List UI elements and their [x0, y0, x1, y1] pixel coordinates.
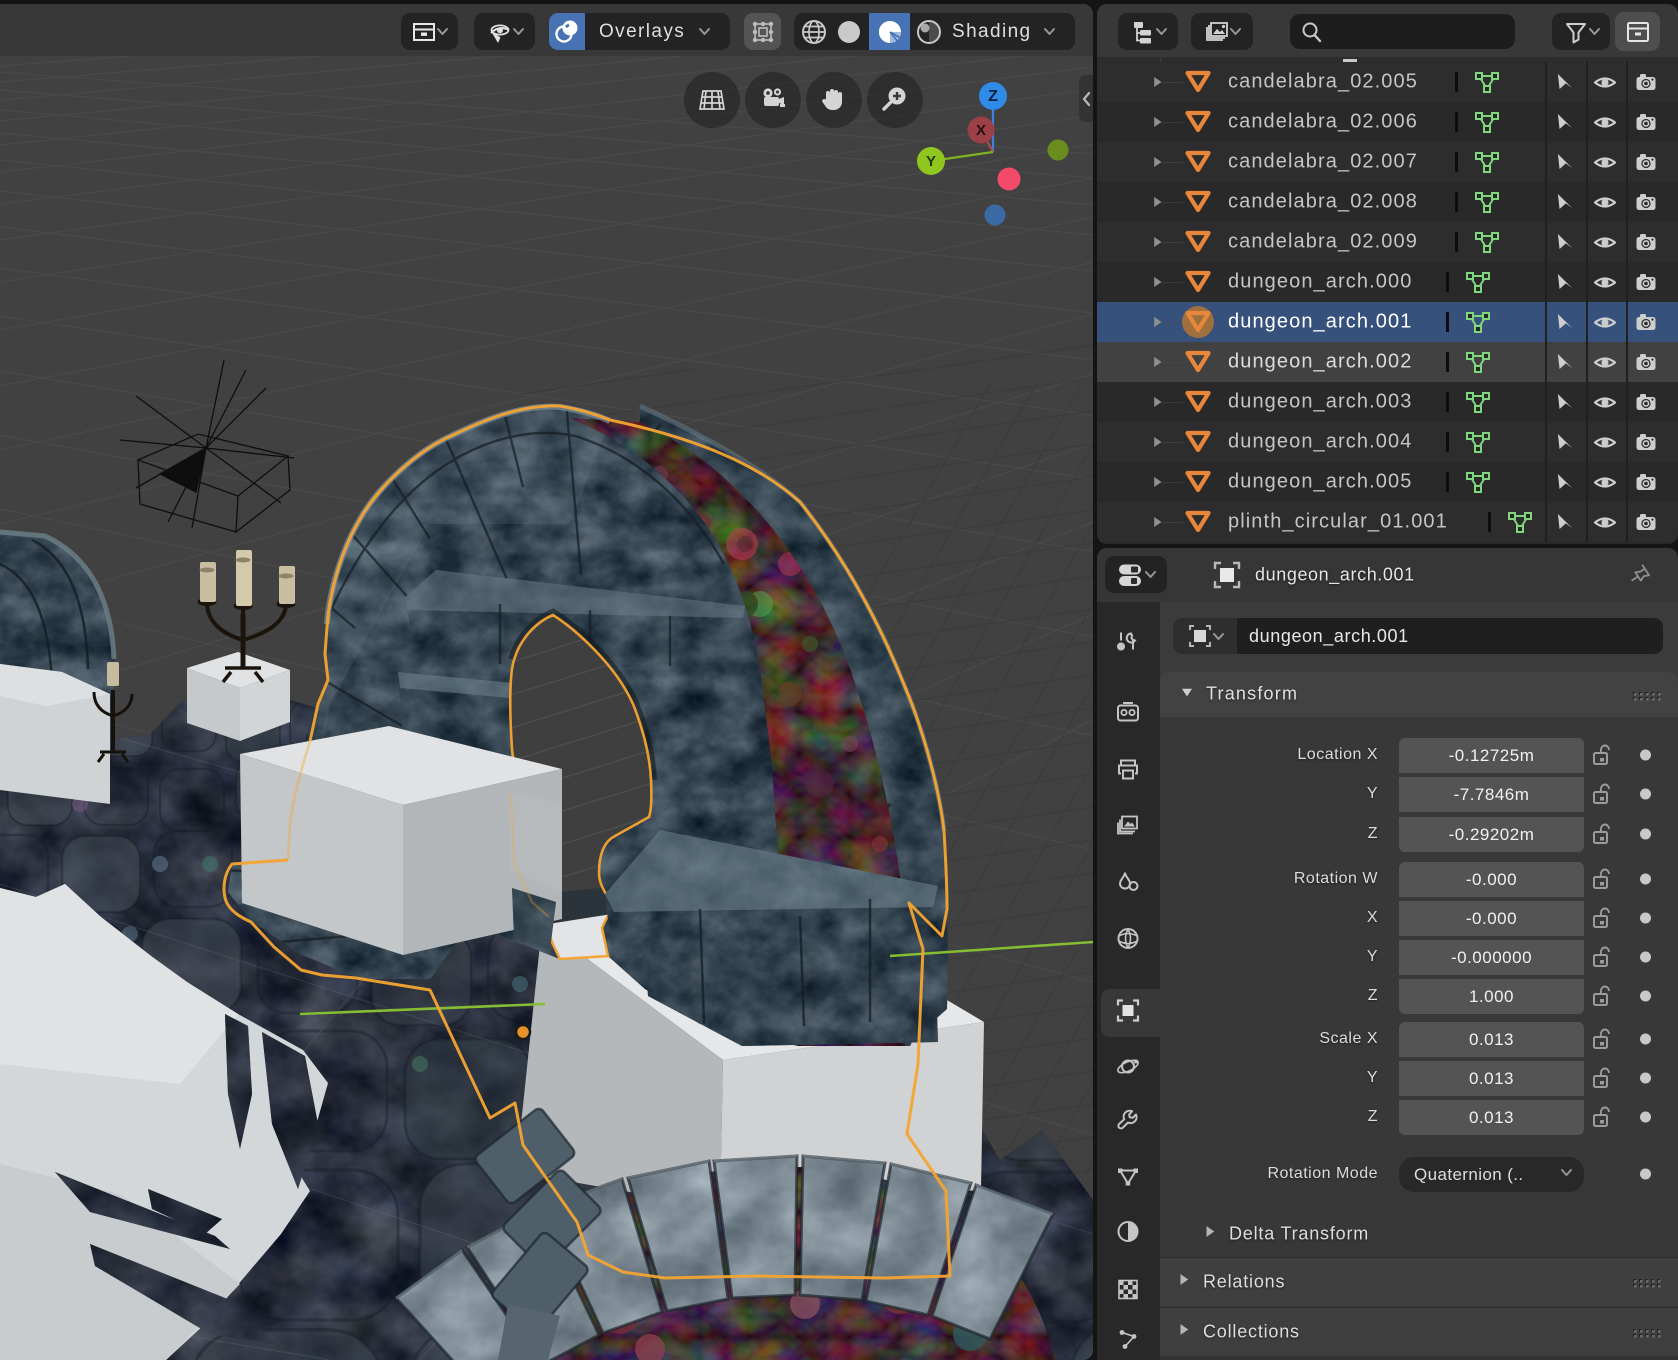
svg-text:Y: Y [926, 153, 936, 170]
svg-text:Z: Z [988, 88, 998, 105]
svg-text:X: X [976, 122, 986, 139]
